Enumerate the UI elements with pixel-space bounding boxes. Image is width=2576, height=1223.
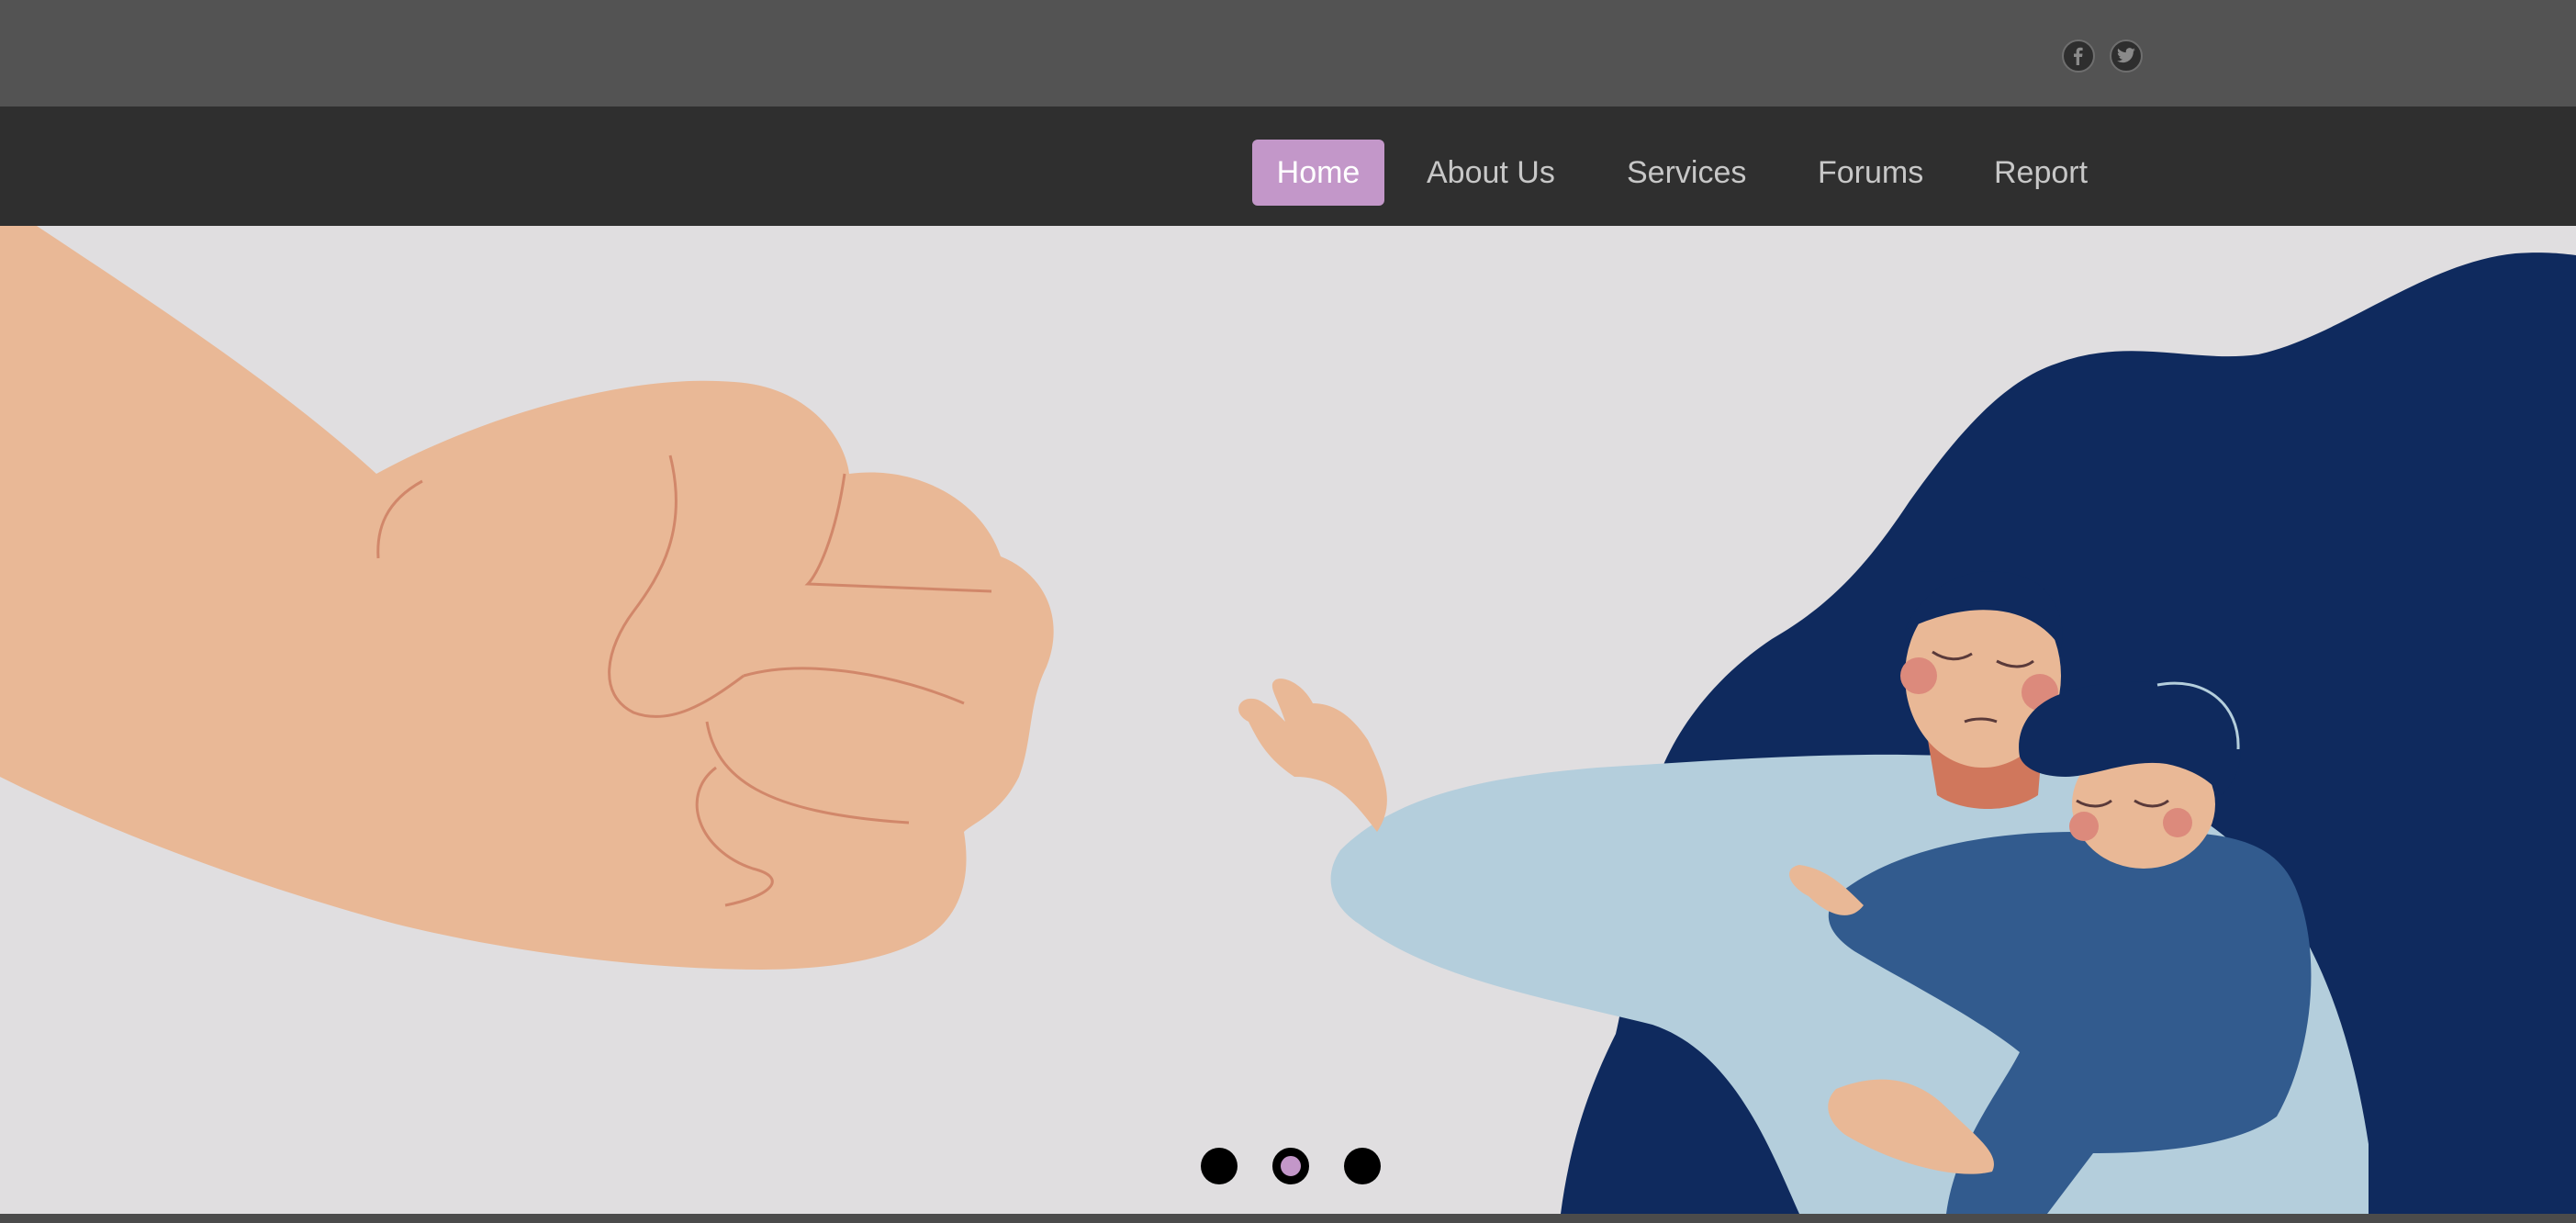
nav-item-home[interactable]: Home (1252, 140, 1384, 206)
top-bar (0, 0, 2576, 107)
fist-illustration (0, 226, 1054, 970)
nav-item-services[interactable]: Services (1627, 140, 1746, 206)
hero-illustration (0, 226, 2576, 1214)
bottom-divider (0, 1214, 2576, 1223)
nav-item-report[interactable]: Report (1994, 140, 2088, 206)
carousel-dot-1[interactable] (1201, 1148, 1238, 1184)
main-navigation: Home About Us Services Forums Report (0, 107, 2576, 226)
carousel-dot-3[interactable] (1344, 1148, 1381, 1184)
twitter-icon[interactable] (2110, 39, 2143, 73)
carousel-dot-2-active[interactable] (1272, 1148, 1309, 1184)
hero-carousel-slide (0, 226, 2576, 1214)
mother-hand (1238, 679, 1387, 832)
nav-item-forums[interactable]: Forums (1818, 140, 1923, 206)
facebook-icon[interactable] (2062, 39, 2095, 73)
nav-item-about-us[interactable]: About Us (1427, 140, 1555, 206)
